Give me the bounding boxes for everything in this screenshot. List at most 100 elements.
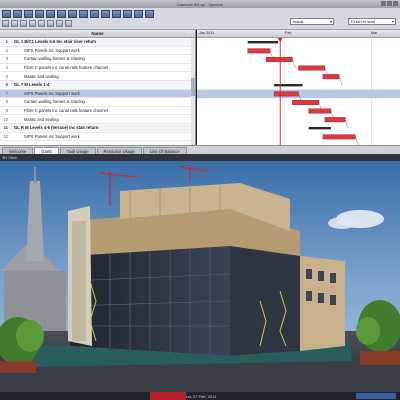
gantt-task-bar[interactable] xyxy=(273,91,299,97)
status-bar: Sun, 27 Feb, 2011 xyxy=(0,392,400,400)
redo-icon[interactable] xyxy=(46,10,55,18)
task-row[interactable]: 7 SIPS Panels inc Support work xyxy=(0,89,195,99)
gantt-summary-bar[interactable] xyxy=(274,84,303,87)
toolbar-row-top xyxy=(2,10,154,18)
gantt-bars-area[interactable] xyxy=(197,38,400,145)
task-row-label: Fibre C panels inc canal rails feature c… xyxy=(24,108,108,114)
cut-icon[interactable] xyxy=(57,10,66,18)
gantt-task-bar[interactable] xyxy=(322,74,340,80)
task-row-label: Fibre C panels inc canal-rails feature c… xyxy=(24,65,109,71)
planter xyxy=(0,361,36,373)
task-row-number: 5 xyxy=(5,73,8,79)
new-file-icon[interactable] xyxy=(2,10,11,18)
install-dropdown[interactable]: Install ▾ xyxy=(290,18,334,25)
scrollbar-thumb[interactable] xyxy=(191,78,195,96)
gantt-chart: Jan 2011 Feb Mar xyxy=(197,30,400,145)
building-side-wing xyxy=(300,256,345,351)
task-row-number: 12 xyxy=(3,133,8,139)
minimize-icon[interactable] xyxy=(381,1,386,6)
gantt-task-bar[interactable] xyxy=(324,117,346,123)
gantt-task-bar[interactable] xyxy=(247,48,271,54)
task-row-number: 6 xyxy=(5,82,8,88)
task-row[interactable]: 9 Fibre C panels inc canal rails feature … xyxy=(0,107,195,116)
play-icon[interactable] xyxy=(145,10,154,18)
task-scrollbar[interactable] xyxy=(191,38,195,145)
tab-task-usage[interactable]: Task Usage xyxy=(59,147,96,154)
task-row-label: Mastic and sealing xyxy=(24,116,59,122)
gantt-task-bar[interactable] xyxy=(298,65,326,71)
zoom-out-icon[interactable] xyxy=(101,10,110,18)
bold-icon[interactable] xyxy=(20,20,27,27)
task-row-label: GL 7 M Levels 1-4 xyxy=(14,82,50,88)
task-row[interactable]: 5 Mastic and sealing xyxy=(0,72,195,81)
task-row[interactable]: 3 Curtain walling frames & Glazing xyxy=(0,55,195,64)
tab-line-of-balance[interactable]: Line Of Balance xyxy=(142,147,187,154)
window-controls xyxy=(381,1,398,6)
maximize-icon[interactable] xyxy=(387,1,392,6)
task-row-label: Mastic and sealing xyxy=(24,73,59,79)
task-row[interactable]: 12 SIPS Panels inc Support work xyxy=(0,133,195,142)
relationship-dropdown[interactable]: Finish to start ▾ xyxy=(348,18,396,25)
task-row-number: 4 xyxy=(5,65,8,71)
gantt-task-bar[interactable] xyxy=(265,57,293,62)
copy-icon[interactable] xyxy=(68,10,77,18)
unlink-icon[interactable] xyxy=(123,10,132,18)
3d-building-scene[interactable] xyxy=(0,161,400,392)
task-row-number: 9 xyxy=(5,108,8,114)
tab-resource-usage[interactable]: Resource Usage xyxy=(96,147,142,154)
gantt-task-bar[interactable] xyxy=(308,108,332,114)
close-icon[interactable] xyxy=(393,1,398,6)
current-date: Sun, 27 Feb, 2011 xyxy=(183,393,217,399)
task-rows: 1 GL 1 B/C1 Levels 4-6 Inc stair riser re… xyxy=(0,38,195,142)
gantt-dependency-link xyxy=(292,59,296,68)
gantt-task-bar[interactable] xyxy=(292,100,320,105)
relationship-dropdown-value: Finish to start xyxy=(351,19,376,24)
view-tabs: Welcome Gantt Task Usage Resource Usage Line… xyxy=(0,145,400,154)
timescale-month: Jan 2011 xyxy=(199,31,215,35)
install-dropdown-value: Install xyxy=(293,19,304,24)
task-row-number: 11 xyxy=(3,125,8,131)
task-row[interactable]: 1 GL 1 B/C1 Levels 4-6 Inc stair riser re… xyxy=(0,38,195,47)
task-row[interactable]: 8 Curtain walling frames & Glazing xyxy=(0,98,195,107)
link-icon[interactable] xyxy=(112,10,121,18)
task-row[interactable]: 4 Fibre C panels inc canal-rails feature … xyxy=(0,64,195,73)
gantt-task-bar[interactable] xyxy=(322,134,356,140)
task-row[interactable]: 10 Mastic and sealing xyxy=(0,115,195,124)
gantt-summary-bar[interactable] xyxy=(247,41,279,44)
task-row[interactable]: 11 GL R M Levels 4-6 (terrace) inc stair … xyxy=(0,123,195,133)
gantt-timescale: Jan 2011 Feb Mar xyxy=(197,30,400,38)
gantt-dependency-link xyxy=(338,76,343,86)
tab-welcome[interactable]: Welcome xyxy=(2,147,34,154)
task-row-label: SIPS Panels inc Support work xyxy=(24,90,80,96)
open-file-icon[interactable] xyxy=(13,10,22,18)
current-date-marker-icon[interactable] xyxy=(277,38,283,42)
task-row-label: SIPS Panels inc Support work xyxy=(24,47,80,53)
filter-icon[interactable] xyxy=(134,10,143,18)
task-row-label: GL R M Levels 4-6 (terrace) inc stair re… xyxy=(14,125,99,131)
task-row-label: Curtain walling frames & Glazing xyxy=(24,99,85,105)
name-column-label: Name xyxy=(91,31,104,36)
3d-viewport[interactable] xyxy=(0,161,400,392)
italic-icon[interactable] xyxy=(29,20,36,27)
gantt-summary-bar[interactable] xyxy=(308,127,331,130)
gantt-dependency-link xyxy=(345,119,349,129)
align-icon[interactable] xyxy=(38,20,45,27)
camera-icon[interactable] xyxy=(65,20,72,27)
paste-icon[interactable] xyxy=(79,10,88,18)
tab-gantt[interactable]: Gantt xyxy=(34,147,59,154)
chevron-down-icon: ▾ xyxy=(329,19,332,24)
main-toolbar: Install ▾ Finish to start ▾ xyxy=(0,8,400,30)
indent-icon[interactable] xyxy=(2,20,9,27)
outdent-icon[interactable] xyxy=(11,20,18,27)
task-row-number: 2 xyxy=(5,47,8,53)
task-row[interactable]: 6 GL 7 M Levels 1-4 xyxy=(0,80,195,90)
calendar-icon[interactable] xyxy=(47,20,54,27)
task-column-header[interactable]: Name xyxy=(0,30,195,38)
zoom-in-icon[interactable] xyxy=(90,10,99,18)
task-row-label: Curtain walling frames & Glazing xyxy=(24,56,85,62)
toolbar-row-bottom xyxy=(2,20,72,27)
task-row[interactable]: 2 SIPS Panels inc Support work xyxy=(0,47,195,56)
undo-icon[interactable] xyxy=(35,10,44,18)
save-icon[interactable] xyxy=(24,10,33,18)
resource-icon[interactable] xyxy=(56,20,63,27)
